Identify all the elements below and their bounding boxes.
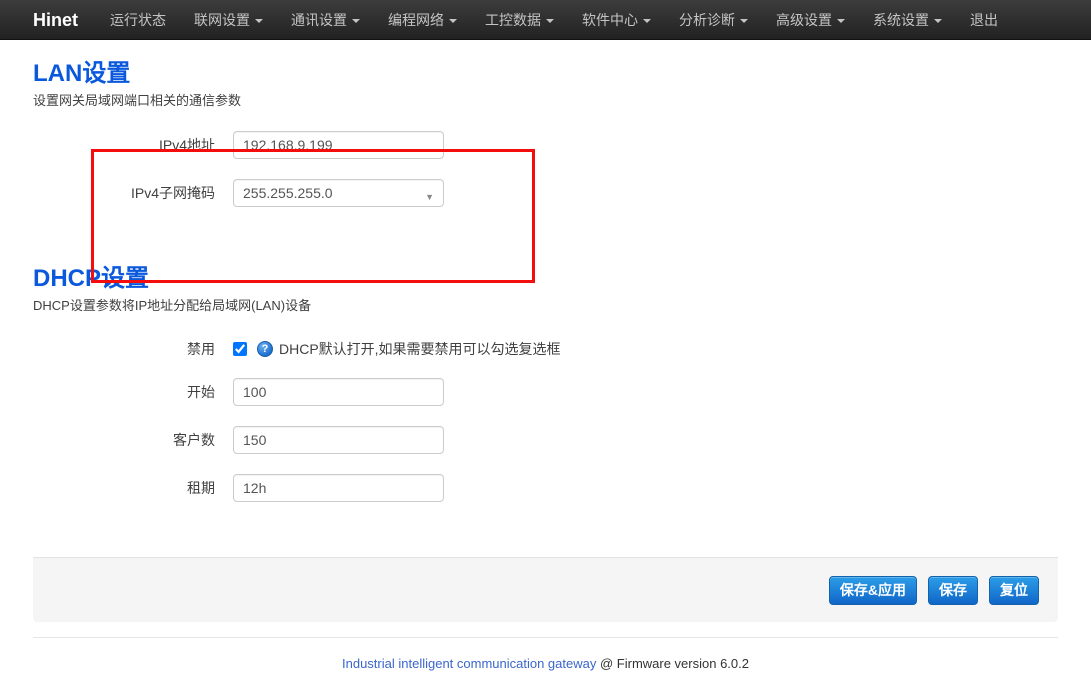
nav-item-label: 运行状态 [110, 10, 166, 30]
page-footer: Industrial intelligent communication gat… [33, 637, 1058, 671]
dhcp-start-row: 开始 [33, 378, 1058, 406]
nav-item-label: 工控数据 [485, 10, 541, 30]
nav-item-industrial-data[interactable]: 工控数据 [471, 0, 568, 39]
chevron-down-icon [255, 19, 263, 23]
nav-item-advanced-settings[interactable]: 高级设置 [762, 0, 859, 39]
nav-item-programming-network[interactable]: 编程网络 [374, 0, 471, 39]
nav-item-label: 编程网络 [388, 10, 444, 30]
chevron-down-icon [546, 19, 554, 23]
nav-item-software-center[interactable]: 软件中心 [568, 0, 665, 39]
subnet-mask-selected-value: 255.255.255.0 [243, 185, 333, 201]
dhcp-disable-help-text: DHCP默认打开,如果需要禁用可以勾选复选框 [279, 339, 561, 359]
dhcp-lease-field[interactable] [233, 474, 444, 502]
nav-item-label: 联网设置 [194, 10, 250, 30]
chevron-down-icon [837, 19, 845, 23]
nav-item-status[interactable]: 运行状态 [96, 0, 180, 39]
dhcp-start-label: 开始 [33, 382, 215, 402]
nav-item-label: 退出 [970, 10, 998, 30]
nav-item-system-settings[interactable]: 系统设置 [859, 0, 956, 39]
nav-item-comm-settings[interactable]: 通讯设置 [277, 0, 374, 39]
dhcp-lease-row: 租期 [33, 474, 1058, 502]
chevron-down-icon [740, 19, 748, 23]
nav-item-analysis-diagnosis[interactable]: 分析诊断 [665, 0, 762, 39]
nav-item-logout[interactable]: 退出 [956, 0, 1012, 39]
nav-item-label: 通讯设置 [291, 10, 347, 30]
nav-item-label: 高级设置 [776, 10, 832, 30]
nav-item-label: 软件中心 [582, 10, 638, 30]
dhcp-section-title: DHCP设置 [33, 265, 1058, 293]
save-button[interactable]: 保存 [928, 576, 978, 605]
annotation-rectangle [91, 149, 535, 283]
lan-section-title: LAN设置 [33, 60, 1058, 88]
lan-section-subtitle: 设置网关局域网端口相关的通信参数 [33, 92, 1058, 110]
subnet-mask-row: IPv4子网掩码 255.255.255.0 ▼ [33, 179, 1058, 207]
dhcp-clients-field[interactable] [233, 426, 444, 454]
subnet-mask-select[interactable]: 255.255.255.0 ▼ [233, 179, 444, 207]
dhcp-clients-row: 客户数 [33, 426, 1058, 454]
dhcp-start-field[interactable] [233, 378, 444, 406]
nav-item-label: 分析诊断 [679, 10, 735, 30]
ipv4-address-field[interactable] [233, 131, 444, 159]
chevron-down-icon [449, 19, 457, 23]
nav-list: 运行状态 联网设置 通讯设置 编程网络 工控数据 软件中心 分析诊断 高级设置 [96, 0, 1012, 39]
dhcp-disable-label: 禁用 [33, 339, 215, 359]
nav-item-label: 系统设置 [873, 10, 929, 30]
footer-link[interactable]: Industrial intelligent communication gat… [342, 656, 596, 671]
page-content: LAN设置 设置网关局域网端口相关的通信参数 IPv4地址 IPv4子网掩码 2… [0, 60, 1091, 502]
footer-version-text: @ Firmware version 6.0.2 [596, 656, 749, 671]
top-navbar: Hinet 运行状态 联网设置 通讯设置 编程网络 工控数据 软件中心 分析诊断 [0, 0, 1091, 40]
save-apply-button[interactable]: 保存&应用 [829, 576, 917, 605]
dhcp-disable-checkbox[interactable] [233, 342, 247, 356]
brand-logo[interactable]: Hinet [0, 0, 88, 39]
subnet-mask-label: IPv4子网掩码 [33, 183, 215, 203]
nav-item-network-settings[interactable]: 联网设置 [180, 0, 277, 39]
ipv4-address-label: IPv4地址 [33, 135, 215, 155]
dhcp-clients-label: 客户数 [33, 430, 215, 450]
help-icon[interactable]: ? [257, 341, 273, 357]
action-bar: 保存&应用 保存 复位 [33, 557, 1058, 622]
chevron-down-icon [934, 19, 942, 23]
select-arrow-icon: ▼ [425, 188, 434, 206]
dhcp-lease-label: 租期 [33, 478, 215, 498]
dhcp-disable-row: 禁用 ? DHCP默认打开,如果需要禁用可以勾选复选框 [33, 341, 1058, 357]
chevron-down-icon [643, 19, 651, 23]
dhcp-section-subtitle: DHCP设置参数将IP地址分配给局域网(LAN)设备 [33, 297, 1058, 315]
reset-button[interactable]: 复位 [989, 576, 1039, 605]
chevron-down-icon [352, 19, 360, 23]
ipv4-address-row: IPv4地址 [33, 131, 1058, 159]
